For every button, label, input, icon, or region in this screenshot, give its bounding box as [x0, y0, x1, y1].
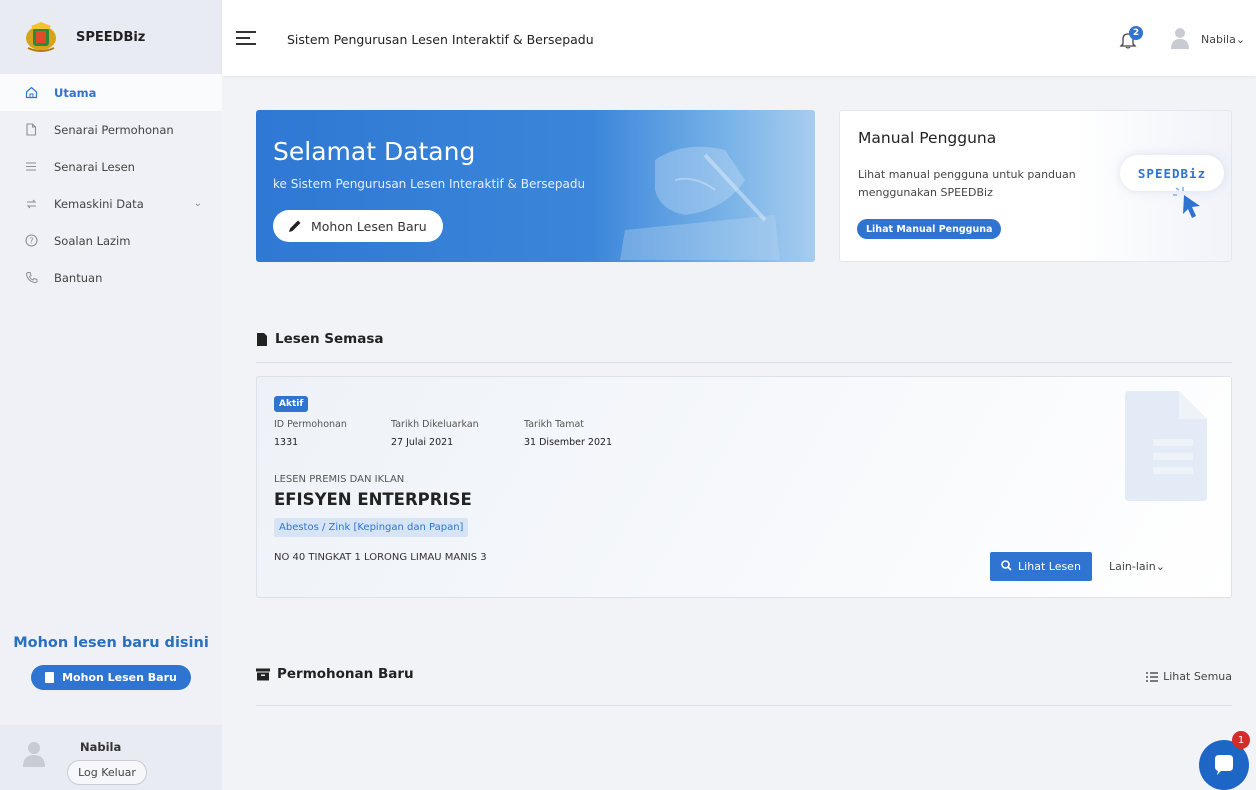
current-license-section-header: Lesen Semasa: [256, 331, 1232, 363]
home-icon: [24, 86, 38, 100]
search-icon: [1001, 559, 1012, 574]
meta-value: 27 Julai 2021: [391, 437, 454, 448]
list-icon: [24, 160, 38, 174]
refresh-icon: [24, 197, 38, 211]
avatar: [23, 742, 45, 767]
license-type: LESEN PREMIS DAN IKLAN: [274, 474, 405, 485]
sidebar-item-label: Kemaskini Data: [54, 196, 144, 211]
list-icon: [1146, 671, 1159, 682]
meta-value: 31 Disember 2021: [524, 437, 613, 448]
user-panel: Nabila Log Keluar: [0, 725, 222, 790]
welcome-title: Selamat Datang: [273, 137, 476, 166]
document-icon: [257, 332, 267, 346]
system-title: Sistem Pengurusan Lesen Interaktif & Ber…: [287, 32, 594, 47]
meta-expiry-date: Tarikh Tamat 31 Disember 2021: [524, 419, 612, 448]
business-address: NO 40 TINGKAT 1 LORONG LIMAU MANIS 3: [274, 552, 487, 563]
new-license-promo: Mohon lesen baru disini Mohon Lesen Baru: [0, 635, 222, 690]
writing-hand-illustration: [620, 146, 780, 260]
view-manual-button[interactable]: Lihat Manual Pengguna: [857, 219, 1002, 239]
view-license-button[interactable]: Lihat Lesen: [990, 552, 1092, 581]
brand-name: SPEEDBiz: [76, 29, 146, 45]
top-header: Sistem Pengurusan Lesen Interaktif & Ber…: [222, 0, 1256, 76]
sidebar-apply-license-button[interactable]: Mohon Lesen Baru: [31, 665, 191, 690]
phone-icon: [24, 271, 38, 285]
sidebar: SPEEDBiz Utama Senarai Permohonan Senara…: [0, 0, 222, 790]
logout-button[interactable]: Log Keluar: [67, 760, 147, 785]
state-crest-logo: [26, 22, 56, 52]
user-manual-card: Manual Pengguna Lihat manual pengguna un…: [839, 110, 1232, 262]
license-category-tag: Abestos / Zink [Kepingan dan Papan]: [274, 518, 469, 537]
avatar[interactable]: [1170, 26, 1190, 50]
sidebar-item-kemaskini-data[interactable]: Kemaskini Data ⌄: [0, 185, 222, 222]
apply-button-label: Mohon Lesen Baru: [311, 218, 427, 234]
apply-new-license-button[interactable]: Mohon Lesen Baru: [273, 210, 443, 242]
sidebar-item-soalan-lazim[interactable]: ? Soalan Lazim: [0, 222, 222, 259]
chat-unread-badge: 1: [1232, 731, 1250, 749]
new-applications-title: Permohonan Baru: [277, 666, 414, 682]
meta-application-id: ID Permohonan 1331: [274, 419, 347, 448]
chevron-down-icon: ⌄: [193, 198, 202, 209]
sidebar-item-utama[interactable]: Utama: [0, 74, 222, 111]
section-title: Permohonan Baru: [256, 666, 1232, 682]
sidebar-item-bantuan[interactable]: Bantuan: [0, 259, 222, 296]
business-name: EFISYEN ENTERPRISE: [274, 490, 472, 509]
pencil-icon: [289, 220, 301, 232]
sidebar-item-senarai-lesen[interactable]: Senarai Lesen: [0, 148, 222, 185]
sidebar-item-label: Senarai Lesen: [54, 159, 135, 174]
more-options-label: Lain-lain: [1109, 560, 1156, 573]
more-options-dropdown[interactable]: Lain-lain⌄: [1109, 560, 1165, 573]
meta-issue-date: Tarikh Dikeluarkan 27 Julai 2021: [391, 419, 479, 448]
help-icon: ?: [24, 234, 38, 248]
header-user-name: Nabila: [1201, 33, 1236, 46]
sidebar-nav: Utama Senarai Permohonan Senarai Lesen K…: [0, 74, 222, 296]
sidebar-item-label: Bantuan: [54, 270, 103, 285]
user-menu[interactable]: Nabila⌄: [1201, 33, 1245, 46]
welcome-subtitle: ke Sistem Pengurusan Lesen Interaktif & …: [273, 177, 586, 191]
view-all-label: Lihat Semua: [1163, 670, 1232, 683]
svg-text:?: ?: [29, 237, 33, 246]
sidebar-user-name: Nabila: [80, 740, 122, 754]
section-title: Lesen Semasa: [256, 331, 1232, 347]
sidebar-item-label: Soalan Lazim: [54, 233, 131, 248]
view-all-button[interactable]: Lihat Semua: [1146, 670, 1232, 683]
welcome-banner: Selamat Datang ke Sistem Pengurusan Lese…: [256, 110, 815, 262]
new-applications-section-header: Permohonan Baru Lihat Semua: [256, 666, 1232, 706]
view-license-label: Lihat Lesen: [1018, 560, 1081, 573]
notification-badge: 2: [1129, 26, 1143, 40]
promo-button-label: Mohon Lesen Baru: [62, 671, 177, 684]
manual-title: Manual Pengguna: [858, 129, 997, 147]
sidebar-item-senarai-permohonan[interactable]: Senarai Permohonan: [0, 111, 222, 148]
document-watermark-icon: [1125, 391, 1207, 501]
meta-label: Tarikh Dikeluarkan: [391, 419, 479, 430]
license-card: Aktif ID Permohonan 1331 Tarikh Dikeluar…: [256, 376, 1232, 598]
meta-label: ID Permohonan: [274, 419, 347, 430]
current-license-title: Lesen Semasa: [275, 331, 384, 347]
status-badge: Aktif: [274, 396, 309, 412]
speedbiz-logo: SPEEDBiz: [1120, 155, 1224, 191]
meta-value: 1331: [274, 437, 299, 448]
file-icon: [24, 123, 38, 137]
document-icon: [45, 672, 55, 683]
brand[interactable]: SPEEDBiz: [0, 0, 222, 74]
cursor-icon: [1173, 187, 1200, 218]
manual-description: Lihat manual pengguna untuk panduan meng…: [858, 168, 1076, 199]
sidebar-item-label: Senarai Permohonan: [54, 122, 174, 137]
chevron-down-icon: ⌄: [1155, 560, 1165, 573]
chevron-down-icon: ⌄: [1235, 33, 1246, 46]
sidebar-item-label: Utama: [54, 85, 97, 100]
promo-title: Mohon lesen baru disini: [13, 635, 209, 651]
archive-box-icon: [256, 668, 270, 680]
hamburger-menu-icon[interactable]: [236, 31, 256, 45]
meta-label: Tarikh Tamat: [524, 419, 584, 430]
